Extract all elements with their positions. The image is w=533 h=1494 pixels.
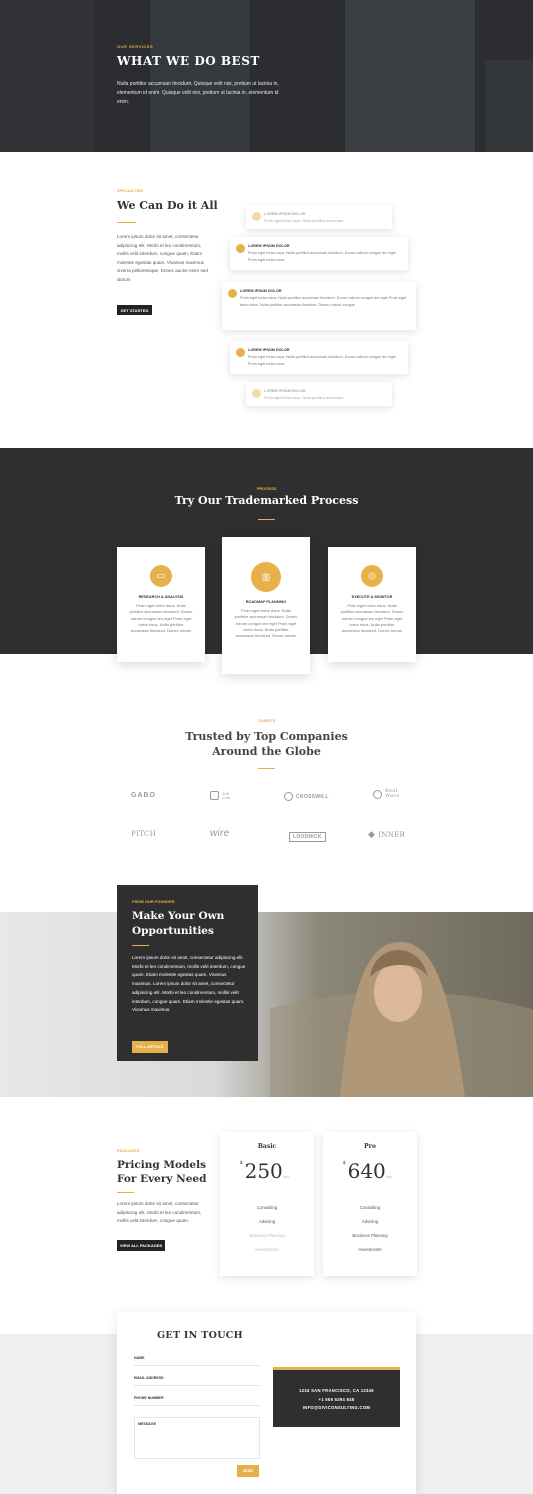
process-card: ▭ RESEARCH & ANALYSIS Proin eget tortor … <box>117 547 205 662</box>
service-card: LOREM IPSUM DOLOR Proin eget tortor risu… <box>246 382 392 406</box>
logo-mark-icon <box>373 789 382 799</box>
service-card: LOREM IPSUM DOLOR Proin eget tortor risu… <box>230 341 408 374</box>
process-card-text: Proin eget tortor risus. Nulla porttitor… <box>129 603 193 634</box>
service-card-title: LOREM IPSUM DOLOR <box>240 289 282 293</box>
process-card-title: RESEARCH & ANALYSIS <box>138 595 184 599</box>
client-logo: Real Wave <box>373 789 401 799</box>
service-card-text: Proin eget tortor risus. Nulla porttitor… <box>264 219 344 223</box>
contact-card: GET IN TOUCH NAME EMAIL ADDRESS PHONE NU… <box>117 1312 416 1494</box>
divider <box>117 222 136 223</box>
tier-feature: Consulting <box>256 1205 278 1210</box>
pricing-tier-basic: Basic $250/mo Consulting Advising Busine… <box>220 1132 314 1276</box>
divider <box>132 945 149 946</box>
services-eyebrow: SPECIALTIES <box>117 188 143 193</box>
lightbulb-icon <box>236 348 245 357</box>
tier-name: Basic <box>257 1143 277 1150</box>
hero-title: WHAT WE DO BEST <box>117 54 260 68</box>
cloud-icon <box>228 289 237 298</box>
process-card: ◎ EXECUTE & MONITOR Proin eget tortor ri… <box>328 547 416 662</box>
presentation-icon: ▭ <box>150 565 172 587</box>
tier-name: Pro <box>364 1143 376 1150</box>
tier-price: $640/mo <box>342 1159 393 1183</box>
service-card-text: Proin eget tortor risus. Nulla porttitor… <box>248 355 396 366</box>
map-icon: ▥ <box>251 562 281 592</box>
service-card-title: LOREM IPSUM DOLOR <box>248 244 290 248</box>
phone-field[interactable]: PHONE NUMBER <box>134 1396 260 1406</box>
founder-section <box>0 912 533 1097</box>
gear-icon <box>252 389 261 398</box>
process-card-title: EXECUTE & MONITOR <box>351 595 393 599</box>
get-started-button[interactable]: GET STARTED <box>117 305 152 315</box>
process-card-title: ROADMAP PLANNING <box>245 600 287 604</box>
target-icon: ◎ <box>361 565 383 587</box>
contact-title: GET IN TOUCH <box>157 1330 243 1341</box>
view-all-packages-button[interactable]: VIEW ALL PACKAGES <box>117 1240 165 1251</box>
tier-feature: Investments <box>255 1247 279 1252</box>
services-text: Lorem ipsum dolor sit amet, consectetur … <box>117 234 208 282</box>
pricing-eyebrow: PACKAGES <box>117 1148 140 1153</box>
service-card-text: Proin eget tortor risus. Nulla porttitor… <box>248 251 396 262</box>
diamond-icon: ◆ <box>368 830 376 840</box>
chart-icon <box>236 244 245 253</box>
hero-eyebrow: OUR SERVICES <box>117 44 154 49</box>
email-field[interactable]: EMAIL ADDRESS <box>134 1376 260 1386</box>
name-field[interactable]: NAME <box>134 1356 260 1366</box>
tier-feature: Investments <box>358 1247 382 1252</box>
phone-text: +1 555 5394 848 <box>318 1396 355 1402</box>
client-logo: Job Link <box>210 791 236 800</box>
client-logo: wire <box>210 828 230 839</box>
founder-photo <box>270 942 533 1097</box>
service-card: LOREM IPSUM DOLOR Proin eget tortor risu… <box>222 282 416 330</box>
founder-title: Make Your Own Opportunities <box>132 910 225 937</box>
hero-section: OUR SERVICES WHAT WE DO BEST Nulla portt… <box>0 0 533 152</box>
contact-info-box: 1234 SAN FRANCISCO, CA 12345 +1 555 5394… <box>273 1367 400 1427</box>
cloud-icon <box>252 212 261 221</box>
client-logo: PITCH <box>131 830 157 838</box>
tier-price: $250/mo <box>239 1159 290 1183</box>
divider <box>258 768 275 769</box>
hero-text: Nulla porttitor accumsan tincidunt. Quis… <box>117 81 279 105</box>
message-field[interactable]: MESSAGE <box>134 1417 260 1459</box>
tier-feature: Business Planning <box>352 1233 388 1238</box>
tier-feature: Advising <box>258 1219 276 1224</box>
client-logo: GABO <box>131 792 156 799</box>
tier-feature: Consulting <box>359 1205 381 1210</box>
service-card: LOREM IPSUM DOLOR Proin eget tortor risu… <box>246 205 392 229</box>
service-card-text: Proin eget tortor risus. Nulla porttitor… <box>240 296 407 307</box>
pricing-tier-pro: Pro $640/mo Consulting Advising Business… <box>323 1132 417 1276</box>
address-text: 1234 SAN FRANCISCO, CA 12345 <box>299 1388 374 1393</box>
founder-card: FROM OUR FOUNDER Make Your Own Opportuni… <box>117 885 258 1061</box>
tier-feature: Advising <box>361 1219 379 1224</box>
full-article-button[interactable]: FULL ARTICLE <box>132 1041 168 1053</box>
service-card-title: LOREM IPSUM DOLOR <box>264 212 306 216</box>
founder-text: Lorem ipsum dolor sit amet, consectetur … <box>132 955 246 1013</box>
clients-eyebrow: CLIENTS <box>257 718 276 723</box>
process-card-text: Proin eget tortor risus. Nulla porttitor… <box>234 608 298 639</box>
divider <box>117 1192 134 1193</box>
service-card-title: LOREM IPSUM DOLOR <box>264 389 306 393</box>
logo-mark-icon <box>284 792 293 801</box>
client-logo: CROSSWILL <box>284 792 329 801</box>
services-title: We Can Do it All <box>117 199 218 212</box>
process-title: Try Our Trademarked Process <box>174 494 359 507</box>
process-card: ▥ ROADMAP PLANNING Proin eget tortor ris… <box>222 537 310 674</box>
client-logo: LOUDNICK <box>289 832 326 842</box>
clients-title: Trusted by Top Companies Around the Glob… <box>185 730 348 758</box>
process-card-text: Proin eget tortor risus. Nulla porttitor… <box>340 603 404 634</box>
email-text: INFO@DIVICONSULTING.COM <box>302 1405 371 1410</box>
founder-eyebrow: FROM OUR FOUNDER <box>132 899 175 904</box>
pricing-title: Pricing Models For Every Need <box>117 1159 207 1185</box>
pricing-text: Lorem ipsum dolor sit amet, consectetur … <box>117 1201 202 1224</box>
client-logo: ◆ INNER <box>368 830 406 840</box>
tier-feature: Business Planning <box>249 1233 285 1238</box>
divider <box>258 519 275 520</box>
service-card: LOREM IPSUM DOLOR Proin eget tortor risu… <box>230 237 408 270</box>
process-eyebrow: PROCESS <box>256 486 277 491</box>
service-card-text: Proin eget tortor risus. Nulla porttitor… <box>264 396 344 400</box>
service-card-title: LOREM IPSUM DOLOR <box>248 348 290 352</box>
send-button[interactable]: SEND <box>237 1465 259 1477</box>
logo-mark-icon <box>210 791 219 800</box>
